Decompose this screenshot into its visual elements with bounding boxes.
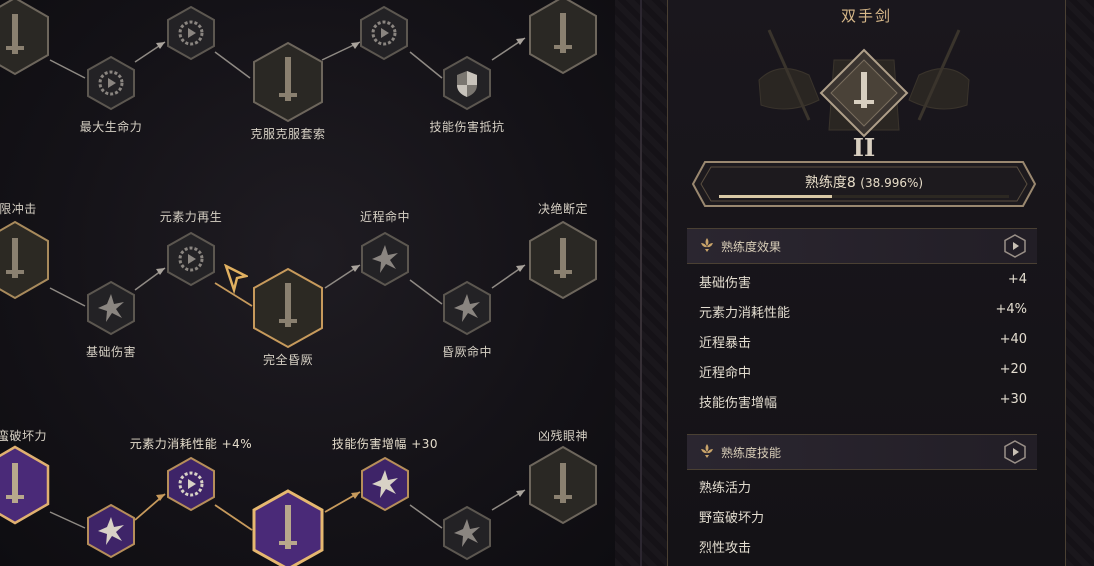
effect-name: 技能伤害增幅 [699, 396, 778, 411]
sword-node-r3-start[interactable] [0, 445, 50, 525]
shield-node-skill-resist[interactable] [442, 55, 492, 111]
gear-node-element-regen[interactable] [166, 231, 216, 287]
effect-value: +30 [999, 392, 1027, 407]
node-label: 完全昏厥 [262, 353, 314, 367]
node-label: 克服克服套索 [250, 127, 326, 141]
sword-node-r2-start[interactable] [0, 220, 50, 300]
skill-tree: 最大生命力 克服克服套索 技能伤害抵抗 限冲击 基础伤害 元素力再生 完全昏厥 … [0, 0, 615, 566]
effect-row: 基础伤害 +4 [699, 272, 1027, 291]
sword-node-r1-end[interactable] [528, 0, 598, 75]
node-label: 蛮破坏力 [0, 429, 48, 443]
burst-node-stun-hit[interactable] [442, 280, 492, 336]
gear-node-max-hp[interactable] [86, 55, 136, 111]
effect-value: +20 [999, 362, 1027, 377]
node-label: 技能伤害增幅 +30 [331, 437, 439, 451]
gear-node[interactable] [359, 5, 409, 61]
node-label: 元素力消耗性能 +4% [129, 437, 253, 451]
sword-node-r3-mid[interactable] [252, 489, 324, 566]
node-label: 昏厥命中 [441, 345, 493, 359]
effect-row: 技能伤害增幅 +30 [699, 392, 1027, 411]
effects-title: 熟练度效果 [721, 240, 782, 254]
fleur-icon [701, 444, 713, 458]
burst-node-melee-hit[interactable] [360, 231, 410, 287]
burst-node-unlocked[interactable] [86, 503, 136, 559]
proficiency-progress [719, 195, 1009, 198]
skill-row[interactable]: 野蛮破坏力 [699, 507, 1027, 526]
effect-value: +4% [995, 302, 1027, 317]
effect-name: 元素力消耗性能 [699, 306, 791, 321]
expand-play-icon[interactable] [1003, 234, 1027, 258]
burst-node-skill-dmg[interactable] [360, 456, 410, 512]
gear-node[interactable] [166, 5, 216, 61]
effect-value: +4 [1007, 272, 1027, 287]
effect-row: 近程暴击 +40 [699, 332, 1027, 351]
gear-node-element-cost[interactable] [166, 456, 216, 512]
effect-row: 近程命中 +20 [699, 362, 1027, 381]
weapon-panel: 双手剑 II 熟练度8 (38.996%) 熟练度效果 基础伤害 +4 元素力消… [667, 0, 1066, 566]
skills-section-header[interactable]: 熟练度技能 [687, 434, 1037, 470]
proficiency-progress-fill [719, 195, 833, 198]
effect-name: 近程暴击 [699, 336, 752, 351]
proficiency-bar: 熟练度8 (38.996%) [691, 160, 1037, 208]
node-label: 决绝断定 [537, 202, 589, 216]
sword-node-decisive[interactable] [528, 220, 598, 300]
rank-numeral: II [853, 133, 875, 160]
effect-row: 元素力消耗性能 +4% [699, 302, 1027, 321]
expand-play-icon[interactable] [1003, 440, 1027, 464]
effect-name: 基础伤害 [699, 276, 752, 291]
effect-value: +40 [999, 332, 1027, 347]
node-label: 技能伤害抵抗 [429, 120, 505, 134]
sword-node-full-stun[interactable] [252, 267, 324, 349]
node-label: 限冲击 [0, 202, 37, 216]
node-label: 近程命中 [359, 210, 411, 224]
proficiency-percent: (38.996%) [860, 176, 924, 190]
node-label: 基础伤害 [85, 345, 137, 359]
proficiency-level: 熟练度8 [804, 175, 856, 191]
fleur-icon [701, 238, 713, 252]
sword-node-r1-start[interactable] [0, 0, 50, 76]
burst-node-locked[interactable] [442, 505, 492, 561]
skills-title: 熟练度技能 [721, 446, 782, 460]
cursor-icon [224, 264, 248, 294]
node-label: 最大生命力 [79, 120, 143, 134]
burst-node-base-damage[interactable] [86, 280, 136, 336]
sword-node-savage-gaze[interactable] [528, 445, 598, 525]
node-label: 凶残眼神 [537, 429, 589, 443]
weapon-emblem: II [758, 29, 970, 160]
sword-node-overcome-lasso[interactable] [252, 41, 324, 123]
skill-row[interactable]: 烈性攻击 [699, 537, 1027, 556]
effect-name: 近程命中 [699, 366, 752, 381]
skill-row[interactable]: 熟练活力 [699, 477, 1027, 496]
effects-section-header[interactable]: 熟练度效果 [687, 228, 1037, 264]
right-edge-frame [1066, 0, 1094, 566]
panel-divider [615, 0, 667, 566]
node-label: 元素力再生 [159, 210, 223, 224]
